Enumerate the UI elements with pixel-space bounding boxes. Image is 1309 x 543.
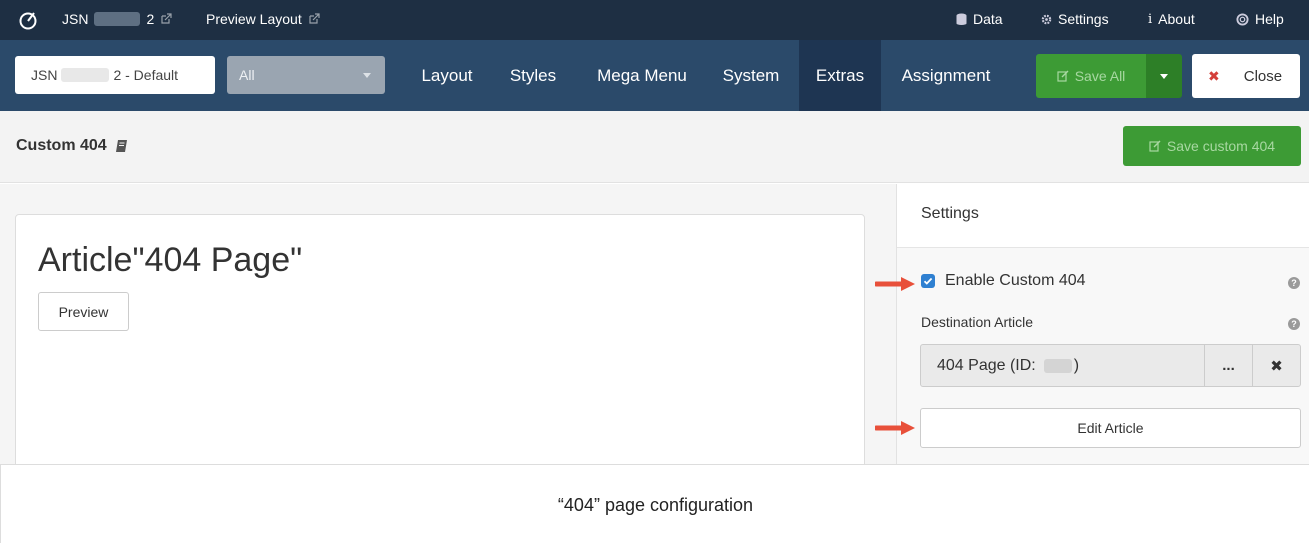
save-options-dropdown[interactable] <box>1146 54 1182 98</box>
tab-styles[interactable]: Styles <box>492 40 574 111</box>
chevron-down-icon <box>363 73 371 78</box>
clear-article-button[interactable]: ✖ <box>1252 345 1300 386</box>
settings-title: Settings <box>921 205 979 222</box>
data-menu[interactable]: Data <box>956 11 1003 27</box>
save-custom-404-label: Save custom 404 <box>1166 138 1276 154</box>
tab-label: Mega Menu <box>597 65 687 85</box>
settings-menu[interactable]: Settings <box>1041 11 1109 27</box>
about-menu[interactable]: i About <box>1148 11 1195 27</box>
external-link-icon <box>309 13 320 24</box>
figure-caption: “404” page configuration <box>557 495 754 515</box>
select-article-button[interactable]: ... <box>1204 345 1252 386</box>
tab-label: Layout <box>421 65 473 85</box>
redacted-block <box>61 68 110 82</box>
figure-caption-area: “404” page configuration <box>0 464 1309 543</box>
tab-label: Assignment <box>901 65 991 85</box>
database-icon <box>956 13 967 25</box>
tab-label: Extras <box>815 65 865 85</box>
save-custom-404-button[interactable]: Save custom 404 <box>1123 126 1301 166</box>
filter-value: All <box>239 67 255 83</box>
page-toolbar: Custom 404 Save custom 404 <box>0 111 1309 183</box>
preview-button[interactable]: Preview <box>38 292 129 331</box>
top-bar: JSN 2 Preview Layout Data Settings i Abo… <box>0 0 1309 40</box>
tab-layout[interactable]: Layout <box>408 40 486 111</box>
help-icon[interactable]: ? <box>1288 318 1300 330</box>
chevron-down-icon <box>1160 74 1168 79</box>
destination-article-field: 404 Page (ID: ) ... ✖ <box>920 344 1301 387</box>
edit-icon <box>1057 70 1069 82</box>
article-heading: Article"404 Page" <box>38 241 303 279</box>
help-label: Help <box>1255 11 1284 27</box>
template-suffix: 2 - Default <box>113 67 179 83</box>
site-name-prefix: JSN <box>62 11 89 27</box>
edit-icon <box>1149 140 1161 152</box>
gear-icon <box>1041 14 1052 24</box>
destination-value-suffix: ) <box>1073 356 1080 374</box>
destination-article-value: 404 Page (ID: ) <box>921 345 1204 386</box>
logo-icon[interactable] <box>18 10 38 30</box>
template-prefix: JSN <box>31 67 58 83</box>
close-icon: ✖ <box>1208 67 1220 84</box>
settings-header: Settings <box>897 184 1309 248</box>
clear-icon: ✖ <box>1270 357 1283 375</box>
main-navbar: JSN 2 - Default All Layout Styles Mega M… <box>0 40 1309 111</box>
save-all-label: Save All <box>1074 68 1126 84</box>
tab-system[interactable]: System <box>706 40 796 111</box>
tab-label: Styles <box>509 65 557 85</box>
preview-layout-label: Preview Layout <box>206 11 302 27</box>
save-all-button[interactable]: Save All <box>1036 54 1146 98</box>
article-card: Article"404 Page" Preview <box>15 214 865 474</box>
help-menu[interactable]: Help <box>1236 11 1284 27</box>
enable-custom-404-row[interactable]: Enable Custom 404 <box>921 272 1086 290</box>
checkmark-icon <box>923 277 933 285</box>
about-label: About <box>1158 11 1195 27</box>
tab-extras[interactable]: Extras <box>799 40 881 111</box>
external-link-icon <box>161 13 172 24</box>
tab-mega-menu[interactable]: Mega Menu <box>580 40 704 111</box>
preview-label: Preview <box>58 303 109 320</box>
info-icon: i <box>1148 11 1153 27</box>
annotation-arrow-icon <box>875 421 915 435</box>
destination-article-label: Destination Article <box>921 314 1034 330</box>
enable-custom-404-label: Enable Custom 404 <box>945 272 1086 289</box>
help-icon[interactable]: ? <box>1288 277 1300 289</box>
redacted-block <box>94 12 141 26</box>
tab-assignment[interactable]: Assignment <box>884 40 1008 111</box>
edit-article-button[interactable]: Edit Article <box>920 408 1301 448</box>
site-name-suffix: 2 <box>146 11 155 27</box>
close-button[interactable]: ✖ Close <box>1192 54 1300 98</box>
page-title-text: Custom 404 <box>16 137 107 154</box>
close-label: Close <box>1243 67 1283 85</box>
lifebuoy-icon <box>1236 12 1249 26</box>
destination-value-prefix: 404 Page (ID: <box>937 356 1036 374</box>
data-label: Data <box>973 11 1003 27</box>
settings-panel: Settings Enable Custom 404 ? Destination… <box>875 184 1309 464</box>
template-selector[interactable]: JSN 2 - Default <box>15 56 215 94</box>
annotation-arrow-icon <box>875 277 915 291</box>
redacted-block <box>1043 358 1072 373</box>
ellipsis-icon: ... <box>1222 357 1235 374</box>
enable-custom-404-checkbox[interactable] <box>921 274 935 288</box>
content-area: Article"404 Page" Preview <box>0 184 896 474</box>
book-icon[interactable] <box>115 139 129 153</box>
site-name-link[interactable]: JSN 2 <box>62 11 172 27</box>
filter-select[interactable]: All <box>227 56 385 94</box>
settings-label: Settings <box>1058 11 1109 27</box>
edit-article-label: Edit Article <box>1077 420 1144 436</box>
page-title: Custom 404 <box>16 137 129 155</box>
preview-layout-link[interactable]: Preview Layout <box>206 11 320 27</box>
tab-label: System <box>722 65 780 85</box>
